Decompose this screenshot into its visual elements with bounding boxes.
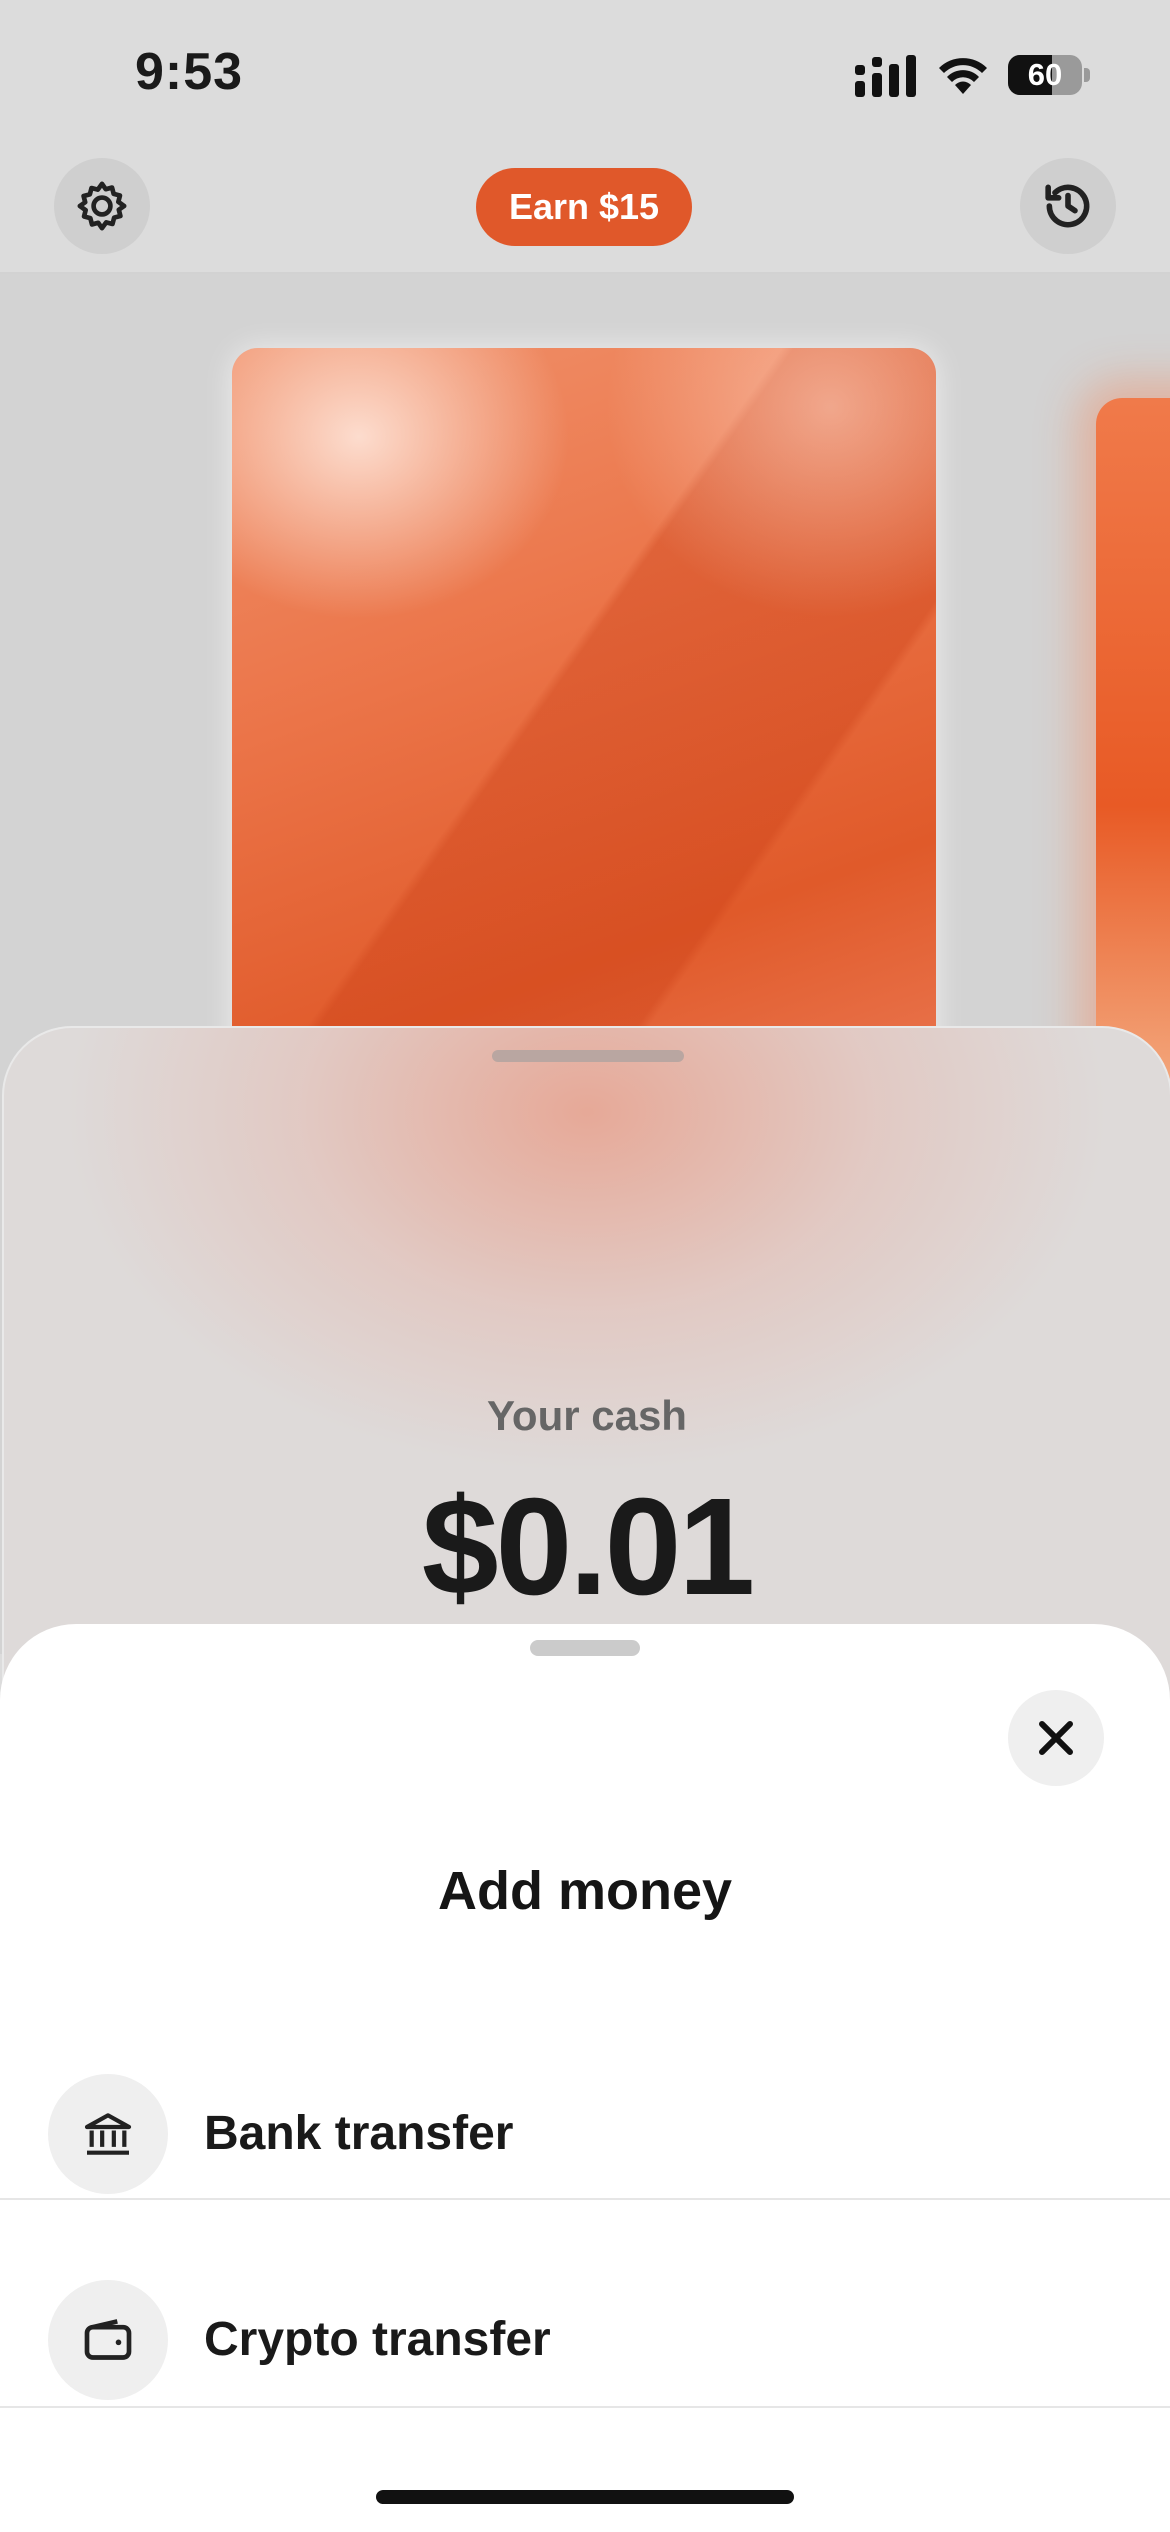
battery-percent: 60 bbox=[1027, 57, 1063, 92]
cash-card-image[interactable] bbox=[232, 348, 936, 1088]
close-icon bbox=[1039, 1721, 1073, 1755]
cash-label: Your cash bbox=[487, 1392, 687, 1439]
gear-icon bbox=[77, 181, 127, 231]
settings-button[interactable] bbox=[54, 158, 150, 254]
modal-grabber[interactable] bbox=[530, 1640, 640, 1656]
option-label: Bank transfer bbox=[204, 2107, 514, 2160]
add-money-modal: Add money Bank transfer Crypto transfer bbox=[0, 1624, 1170, 2532]
wifi-icon bbox=[939, 58, 987, 94]
bank-icon bbox=[84, 2113, 132, 2155]
sheet-grabber[interactable] bbox=[492, 1050, 684, 1062]
option-icon-container bbox=[48, 2280, 168, 2400]
wallet-icon bbox=[84, 2319, 132, 2360]
earn-referral-button[interactable]: Earn $15 bbox=[476, 168, 692, 246]
bank-transfer-option[interactable]: Bank transfer bbox=[0, 2032, 1170, 2236]
cash-amount: $0.01 bbox=[421, 1470, 755, 1624]
option-divider bbox=[0, 2406, 1170, 2408]
close-button[interactable] bbox=[1008, 1690, 1104, 1786]
next-card-preview[interactable] bbox=[1096, 398, 1170, 1078]
option-icon-container bbox=[48, 2074, 168, 2194]
status-bar: 9:53 60 bbox=[0, 0, 1170, 150]
option-divider bbox=[0, 2198, 1170, 2200]
crypto-transfer-option[interactable]: Crypto transfer bbox=[0, 2238, 1170, 2442]
home-indicator[interactable] bbox=[376, 2490, 794, 2504]
history-button[interactable] bbox=[1020, 158, 1116, 254]
history-clock-icon bbox=[1045, 184, 1090, 228]
cellular-signal-icon bbox=[855, 55, 916, 97]
status-time: 9:53 bbox=[135, 43, 244, 101]
option-label: Crypto transfer bbox=[204, 2313, 551, 2366]
modal-title: Add money bbox=[437, 1861, 733, 1921]
battery-indicator: 60 bbox=[1008, 55, 1090, 95]
